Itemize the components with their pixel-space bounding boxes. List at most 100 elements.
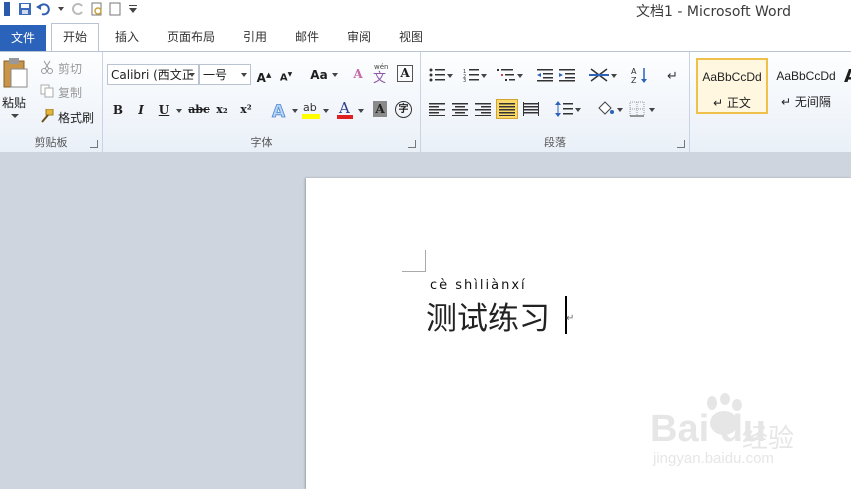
phonetic-guide-icon: wén 文 — [373, 63, 388, 84]
margin-corner-mark — [402, 271, 426, 272]
italic-button[interactable]: I — [132, 101, 150, 119]
paragraph-launcher-icon[interactable] — [677, 140, 685, 148]
increase-indent-icon[interactable] — [559, 68, 575, 82]
paste-dropdown-icon[interactable] — [10, 112, 20, 120]
bullets-dropdown-icon[interactable] — [447, 73, 453, 78]
text-effects-dropdown-icon[interactable] — [291, 107, 299, 115]
format-painter-icon[interactable] — [40, 109, 54, 123]
highlight-dropdown-icon[interactable] — [322, 107, 330, 115]
style-normal-sample: AaBbCcDd — [702, 70, 762, 84]
asian-layout-dropdown-icon[interactable] — [611, 73, 617, 78]
multilevel-dropdown-icon[interactable] — [517, 73, 523, 78]
new-document-icon[interactable] — [108, 2, 122, 16]
enclose-characters-button[interactable]: 字 — [395, 101, 412, 118]
word-logo-icon[interactable] — [0, 2, 14, 16]
character-shading-button[interactable]: A — [373, 101, 387, 117]
font-name-select[interactable]: Calibri (西文正 — [107, 64, 199, 85]
font-color-dropdown-icon[interactable] — [357, 107, 365, 115]
shading-dropdown-icon[interactable] — [617, 107, 623, 112]
highlight-button[interactable]: ab — [301, 99, 321, 121]
paste-label[interactable]: 粘贴 — [2, 94, 26, 111]
clear-format-glyph: A — [353, 67, 363, 81]
font-name-value: Calibri (西文正 — [111, 68, 194, 82]
multilevel-list-icon[interactable] — [497, 68, 515, 82]
distributed-icon[interactable] — [523, 102, 539, 116]
tab-page-layout[interactable]: 页面布局 — [160, 24, 222, 50]
superscript-button[interactable]: x² — [237, 101, 255, 119]
align-center-icon[interactable] — [452, 102, 468, 116]
print-preview-icon[interactable] — [90, 2, 104, 16]
asian-layout-icon[interactable] — [589, 67, 609, 83]
tab-review[interactable]: 审阅 — [338, 24, 380, 50]
undo-dropdown-icon[interactable] — [54, 2, 68, 16]
pinyin-guide-text: cè shìliànxí — [430, 278, 527, 293]
numbering-dropdown-icon[interactable] — [481, 73, 487, 78]
underline-button[interactable]: U — [155, 101, 173, 119]
sort-icon[interactable]: AZ — [631, 66, 649, 84]
style-no-spacing[interactable]: AaBbCcDd ↵ 无间隔 — [770, 58, 842, 114]
style-normal-label: 正文 — [726, 96, 751, 110]
underline-dropdown-icon[interactable] — [175, 107, 183, 115]
svg-text:A: A — [272, 102, 286, 121]
shading-icon[interactable] — [595, 100, 615, 118]
margin-corner-mark-vertical — [425, 250, 426, 272]
grow-font-glyph: A — [256, 71, 266, 85]
tab-file[interactable]: 文件 — [0, 25, 46, 52]
font-size-select[interactable]: 一号 — [199, 64, 251, 85]
save-icon[interactable] — [18, 2, 32, 16]
tab-insert[interactable]: 插入 — [106, 24, 148, 50]
paragraph-group: 123 AZ ↵ 段落 — [421, 52, 690, 152]
numbering-icon[interactable]: 123 — [463, 68, 479, 82]
clipboard-group: 粘贴 剪切 复制 格式刷 剪贴板 — [0, 52, 103, 152]
change-case-button[interactable]: Aa — [307, 66, 331, 84]
change-case-dropdown-icon[interactable] — [331, 71, 339, 79]
font-launcher-icon[interactable] — [408, 140, 416, 148]
font-size-value: 一号 — [203, 68, 228, 82]
show-formatting-icon[interactable]: ↵ — [665, 67, 679, 83]
tab-view[interactable]: 视图 — [390, 24, 432, 50]
style-normal[interactable]: AaBbCcDd ↵ 正文 — [696, 58, 768, 114]
tab-home[interactable]: 开始 — [51, 23, 99, 52]
phonetic-guide-pinyin: wén — [374, 63, 388, 71]
style-no-spacing-name: ↵ 无间隔 — [781, 95, 831, 109]
style-heading-partial[interactable]: A — [844, 66, 851, 87]
strikethrough-button[interactable]: abc — [187, 101, 211, 119]
phonetic-guide-glyph: 文 — [373, 71, 386, 84]
customize-qat-icon[interactable] — [126, 2, 140, 16]
format-painter-label[interactable]: 格式刷 — [58, 109, 94, 126]
undo-icon[interactable] — [36, 2, 50, 16]
cut-icon[interactable] — [40, 60, 54, 74]
grow-font-button[interactable]: A▲ — [255, 66, 273, 85]
borders-icon[interactable] — [629, 101, 645, 117]
align-right-icon[interactable] — [475, 102, 491, 116]
copy-label[interactable]: 复制 — [58, 84, 82, 101]
paste-icon[interactable] — [2, 56, 30, 90]
bold-button[interactable]: B — [109, 101, 127, 119]
style-normal-name: ↵ 正文 — [713, 96, 751, 110]
borders-dropdown-icon[interactable] — [649, 107, 655, 112]
justify-icon[interactable] — [496, 99, 518, 119]
shrink-font-glyph: A — [279, 72, 288, 84]
bullets-icon[interactable] — [429, 68, 445, 82]
watermark-url: jingyan.baidu.com — [653, 450, 774, 467]
tab-mailings[interactable]: 邮件 — [286, 24, 328, 50]
font-color-icon: A — [337, 99, 353, 119]
shrink-font-button[interactable]: A▼ — [277, 66, 295, 84]
align-left-icon[interactable] — [429, 102, 445, 116]
line-spacing-dropdown-icon[interactable] — [575, 107, 581, 112]
clear-format-button[interactable]: A — [349, 65, 367, 83]
text-effects-button[interactable]: A — [268, 100, 290, 122]
tab-references[interactable]: 引用 — [234, 24, 276, 50]
clipboard-launcher-icon[interactable] — [90, 140, 98, 148]
line-spacing-icon[interactable] — [555, 101, 573, 117]
clipboard-group-label: 剪贴板 — [34, 136, 68, 149]
cut-label[interactable]: 剪切 — [58, 60, 82, 77]
phonetic-guide-button[interactable]: wén 文 — [371, 62, 393, 84]
redo-icon[interactable] — [72, 2, 86, 16]
decrease-indent-icon[interactable] — [537, 68, 553, 82]
subscript-button[interactable]: x₂ — [213, 101, 231, 119]
document-body-text[interactable]: 测试练习 — [426, 293, 550, 338]
copy-icon[interactable] — [40, 84, 54, 98]
font-color-button[interactable]: A — [335, 99, 355, 121]
character-border-button[interactable]: A — [397, 65, 413, 82]
